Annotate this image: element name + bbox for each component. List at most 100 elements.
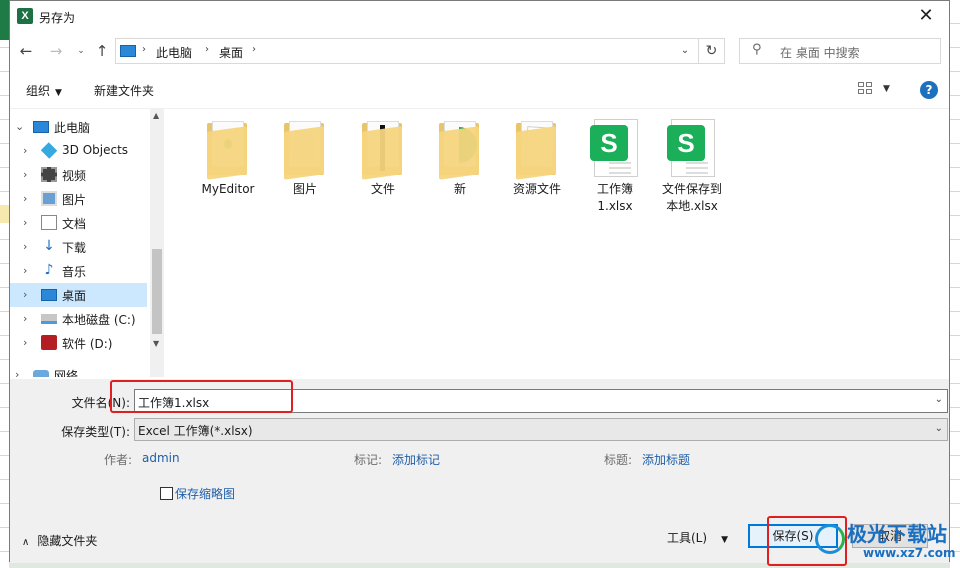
chevron-down-icon[interactable]: ▼ (883, 84, 890, 94)
watermark: 极光下载站 www.xz7.com (815, 516, 957, 566)
tools-button[interactable]: 工具(L) ▼ (667, 529, 728, 546)
folder-item[interactable]: 新 (425, 117, 495, 198)
command-toolbar: 组织 ▼ 新建文件夹 ▼ ? (10, 73, 949, 109)
new-folder-button[interactable]: 新建文件夹 (94, 82, 154, 99)
save-thumbnail-label[interactable]: 保存缩略图 (175, 485, 235, 502)
up-button[interactable]: ↑ (91, 40, 113, 62)
folder-icon (203, 117, 253, 180)
chevron-right-icon[interactable]: › (23, 264, 27, 277)
chevron-right-icon[interactable]: › (23, 216, 27, 229)
chevron-right-icon[interactable]: › (23, 288, 27, 301)
view-options-icon[interactable] (858, 82, 874, 96)
chevron-right-icon[interactable]: › (23, 336, 27, 349)
excel-app-icon: X (17, 8, 33, 24)
file-name: 工作簿1.xlsx (596, 182, 633, 213)
folder-icon (358, 117, 408, 180)
add-title-link[interactable]: 添加标题 (642, 451, 690, 468)
breadcrumb-chevron-icon[interactable]: › (142, 44, 146, 55)
folder-item[interactable]: 图片 (270, 117, 340, 198)
filetype-label: 保存类型(T): (61, 425, 130, 439)
breadcrumb-desktop[interactable]: 桌面 (219, 44, 243, 61)
filetype-select[interactable]: Excel 工作簿(*.xlsx) ⌄ (134, 418, 948, 441)
tree-item-label: 文档 (62, 217, 87, 231)
search-input[interactable]: ⚲ 在 桌面 中搜索 (739, 38, 941, 64)
tags-label: 标记: (354, 453, 383, 467)
background-spreadsheet-left (0, 0, 9, 568)
filename-value[interactable]: 工作簿1.xlsx (138, 394, 209, 411)
tree-item[interactable]: › 3D Objects (10, 139, 147, 163)
back-button[interactable]: ← (15, 40, 37, 62)
folder-icon (512, 117, 562, 180)
chevron-down-icon[interactable]: ⌄ (935, 394, 943, 405)
save-thumbnail-checkbox[interactable] (160, 487, 173, 500)
tree-item[interactable]: › 桌面 (10, 283, 147, 307)
folder-item[interactable]: MyEditor (193, 117, 263, 198)
help-icon[interactable]: ? (920, 81, 938, 99)
author-value[interactable]: admin (142, 451, 180, 465)
spreadsheet-file-icon: S (667, 117, 717, 179)
search-placeholder: 在 桌面 中搜索 (780, 46, 860, 60)
watermark-title: 极光下载站 (847, 522, 947, 546)
cube-icon (40, 142, 58, 159)
folder-icon (435, 117, 485, 180)
chevron-right-icon[interactable]: › (23, 312, 27, 325)
add-tags-link[interactable]: 添加标记 (392, 451, 440, 468)
author-label: 作者: (104, 453, 133, 467)
address-dropdown-button[interactable]: ⌄ (672, 39, 698, 63)
folder-item[interactable]: 文件 (348, 117, 418, 198)
close-button[interactable]: ✕ (903, 1, 949, 32)
refresh-button[interactable]: ↻ (699, 38, 725, 64)
breadcrumb-chevron-icon[interactable]: › (252, 44, 256, 55)
title-label: 标题: (604, 453, 633, 467)
chevron-down-icon[interactable]: ⌄ (935, 423, 943, 434)
file-item[interactable]: S 文件保存到本地.xlsx (657, 117, 727, 215)
chevron-right-icon[interactable]: › (23, 240, 27, 253)
drive-icon (41, 314, 57, 324)
scroll-up-icon[interactable]: ▲ (153, 111, 159, 120)
tree-item[interactable]: › ♪ 音乐 (10, 259, 147, 283)
chevron-right-icon[interactable]: › (23, 168, 27, 181)
chevron-right-icon[interactable]: › (23, 192, 27, 205)
tools-label: 工具(L) (667, 531, 708, 545)
tree-item[interactable]: › 视频 (10, 163, 147, 187)
scrollbar-thumb[interactable] (152, 249, 162, 334)
tree-item[interactable]: › 软件 (D:) (10, 331, 147, 355)
video-icon (41, 167, 57, 182)
hide-folders-button[interactable]: ∧ 隐藏文件夹 (22, 532, 97, 549)
address-bar[interactable]: › 此电脑 › 桌面 › ⌄ (115, 38, 699, 64)
tree-item[interactable]: ⌄ 此电脑 (10, 115, 147, 139)
tree-item-label: 下载 (62, 241, 87, 255)
tree-item[interactable]: › 图片 (10, 187, 147, 211)
chevron-down-icon[interactable]: ⌄ (15, 120, 24, 133)
tree-item-label: 图片 (62, 193, 87, 207)
chevron-right-icon[interactable]: › (15, 368, 19, 377)
folder-item[interactable]: 资源文件 (502, 117, 572, 198)
pictures-icon (41, 191, 57, 206)
music-icon: ♪ (44, 262, 54, 278)
tree-item[interactable]: › 文档 (10, 211, 147, 235)
file-name: 文件 (370, 182, 395, 196)
forward-button[interactable]: → (45, 40, 67, 62)
folder-icon (280, 117, 330, 180)
chevron-right-icon[interactable]: › (23, 144, 27, 157)
tree-item-label: 桌面 (62, 289, 87, 303)
nav-scrollbar[interactable]: ▲ ▼ (150, 109, 164, 377)
file-name: 资源文件 (512, 182, 561, 196)
tree-item-label: 3D Objects (62, 143, 129, 157)
file-name: 图片 (292, 182, 317, 196)
tree-item-label: 软件 (D:) (62, 337, 113, 351)
recent-locations-button[interactable]: ⌄ (70, 40, 92, 62)
tree-item[interactable]: › 本地磁盘 (C:) (10, 307, 147, 331)
tree-item-label: 音乐 (62, 265, 87, 279)
breadcrumb-this-pc[interactable]: 此电脑 (156, 44, 192, 61)
tree-item[interactable]: › ↓ 下载 (10, 235, 147, 259)
file-list: MyEditor 图片 文件新资源文件 S 工作簿1.xlsx S 文件保存到本地.xlsx (168, 109, 948, 377)
tree-item-label: 网络 (54, 369, 79, 377)
scroll-down-icon[interactable]: ▼ (153, 339, 159, 348)
title-bar: X 另存为 ✕ (10, 1, 949, 32)
file-item[interactable]: S 工作簿1.xlsx (580, 117, 650, 215)
organize-button[interactable]: 组织 ▼ (26, 82, 62, 99)
filename-field[interactable]: 工作簿1.xlsx ⌄ (134, 389, 948, 413)
breadcrumb-chevron-icon[interactable]: › (205, 44, 209, 55)
tree-item[interactable]: › 网络 (10, 363, 147, 377)
